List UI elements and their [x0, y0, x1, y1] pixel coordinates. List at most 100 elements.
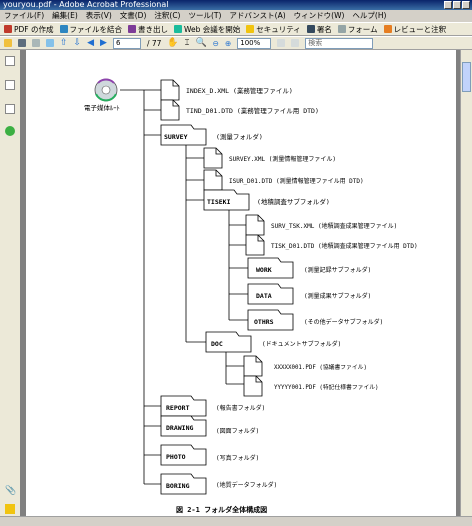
others-folder-name: OTHRS: [254, 318, 274, 326]
zoom-tool-icon[interactable]: 🔍: [195, 38, 206, 48]
lock-icon: [246, 25, 255, 33]
menu-bar: ファイル(F) 編集(E) 表示(V) 文書(D) 注釈(C) ツール(T) ア…: [0, 10, 472, 22]
boring-folder-name: BORING: [166, 482, 190, 490]
attachment-icon[interactable]: 📎: [5, 486, 16, 496]
navigation-pane: 📎: [0, 50, 21, 516]
save-icon[interactable]: [18, 39, 26, 47]
drawing-folder-name: DRAWING: [166, 424, 193, 432]
menu-document[interactable]: 文書(D): [120, 10, 147, 22]
signatures-icon[interactable]: [5, 104, 15, 114]
security-label: セキュリティ: [256, 24, 301, 34]
survey-folder-name: SURVEY: [164, 133, 188, 141]
window-title: youryou.pdf - Adobe Acrobat Professional: [3, 0, 169, 9]
title-bar: youryou.pdf - Adobe Acrobat Professional: [0, 0, 472, 10]
others-folder-desc: (その他データサブフォルダ): [304, 318, 383, 326]
page-up-icon[interactable]: ⇧: [60, 38, 68, 48]
doc-file1-label: XXXXX001.PDF (協議書ファイル): [274, 363, 367, 371]
export-icon: [128, 25, 136, 33]
minimize-button[interactable]: [444, 1, 452, 9]
tiseki-dtd-label: TISK_D01.DTD (地積調査成果管理ファイル用 DTD): [271, 242, 418, 250]
menu-comments[interactable]: 注釈(C): [154, 10, 180, 22]
page-number-input[interactable]: 6: [112, 37, 141, 49]
comment-icon: [383, 25, 392, 33]
security-button[interactable]: セキュリティ: [246, 24, 301, 35]
doc-folder-name: DOC: [211, 340, 223, 348]
menu-advanced[interactable]: アドバンスト(A): [229, 10, 285, 22]
print-icon[interactable]: [32, 39, 40, 47]
forms-label: フォーム: [347, 24, 378, 34]
page-down-icon[interactable]: ⇩: [74, 38, 82, 48]
doc-folder-desc: (ドキュメントサブフォルダ): [262, 340, 341, 348]
vertical-scrollbar[interactable]: [460, 50, 472, 516]
drawing-folder-desc: (図面フォルダ): [216, 427, 259, 435]
web-meeting-label: Web 会議を開始: [184, 24, 241, 34]
report-folder-desc: (報告書フォルダ): [216, 404, 265, 412]
index-dtd-label: TIND_D01.DTD (業務管理ファイル用 DTD): [186, 106, 319, 115]
tasks-toolbar: PDF の作成 ファイルを結合 書き出し Web 会議を開始 セキュリティ 署名…: [0, 22, 472, 36]
menu-edit[interactable]: 編集(E): [52, 10, 78, 22]
tiseki-folder-name: TISEKI: [207, 198, 231, 206]
combine-label: ファイルを結合: [69, 24, 123, 34]
tiseki-xml-label: SURV_TSK.XML (地積調査成果管理ファイル): [271, 222, 397, 230]
menu-file[interactable]: ファイル(F): [4, 10, 44, 22]
pages-icon[interactable]: [5, 56, 15, 66]
page-total: / 77: [146, 38, 162, 48]
search-input[interactable]: 検索: [305, 37, 374, 49]
doc-file2-label: YYYYY001.PDF (特記仕様書ファイル): [274, 383, 379, 391]
document-area[interactable]: 電子媒体ﾙｰﾄ INDEX_D.XML (業務管理ファイル) TIND_D01.…: [20, 50, 460, 516]
navigation-toolbar: ⇧ ⇩ ◀ ▶ 6 / 77 ✋ ⌶ 🔍 ⊖ ⊕ 100% 検索: [0, 36, 472, 50]
photo-folder-desc: (写真フォルダ): [216, 454, 259, 462]
data-folder-name: DATA: [256, 292, 272, 300]
folder-tree-diagram: 電子媒体ﾙｰﾄ INDEX_D.XML (業務管理ファイル) TIND_D01.…: [84, 78, 418, 514]
web-meeting-icon: [174, 25, 182, 33]
fit-page-icon[interactable]: [277, 39, 286, 47]
bookmarks-icon[interactable]: [5, 80, 15, 90]
work-folder-desc: (測量記録サブフォルダ): [304, 266, 371, 274]
sign-button[interactable]: 署名: [306, 24, 332, 35]
create-pdf-icon: [4, 25, 12, 33]
zoom-input[interactable]: 100%: [237, 37, 272, 49]
help-icon[interactable]: [5, 126, 15, 136]
data-folder-desc: (測量成果サブフォルダ): [304, 292, 371, 300]
comments-panel-icon[interactable]: [5, 504, 15, 514]
boring-folder-desc: (地質データフォルダ): [216, 481, 277, 489]
review-button[interactable]: レビューと注釈: [383, 24, 447, 35]
root-label: 電子媒体ﾙｰﾄ: [84, 103, 120, 112]
menu-tools[interactable]: ツール(T): [188, 10, 221, 22]
tiseki-folder-desc: (地積調査サブフォルダ): [257, 197, 330, 206]
zoom-out-icon[interactable]: ⊖: [213, 39, 219, 48]
open-folder-icon[interactable]: [4, 39, 12, 47]
figure-caption: 図 2-1 フォルダ全体構成図: [176, 505, 267, 514]
menu-window[interactable]: ウィンドウ(W): [294, 10, 345, 22]
survey-folder-desc: (測量フォルダ): [216, 132, 263, 141]
select-tool-icon[interactable]: ⌶: [185, 38, 190, 48]
review-label: レビューと注釈: [393, 24, 447, 34]
close-button[interactable]: [462, 1, 470, 9]
export-button[interactable]: 書き出し: [128, 24, 168, 35]
report-folder-name: REPORT: [166, 404, 190, 412]
survey-dtd-label: ISUR_D01.DTD (測量情報管理ファイル用 DTD): [229, 177, 364, 185]
photo-folder-name: PHOTO: [166, 453, 186, 461]
create-pdf-button[interactable]: PDF の作成: [4, 24, 54, 35]
scrollbar-thumb[interactable]: [462, 62, 471, 92]
sign-label: 署名: [316, 24, 332, 34]
email-icon[interactable]: [46, 39, 54, 47]
next-page-icon[interactable]: ▶: [100, 38, 107, 48]
zoom-in-icon[interactable]: ⊕: [225, 39, 231, 48]
maximize-button[interactable]: [453, 1, 461, 9]
menu-help[interactable]: ヘルプ(H): [352, 10, 386, 22]
web-meeting-button[interactable]: Web 会議を開始: [174, 24, 240, 35]
create-pdf-label: PDF の作成: [14, 24, 54, 34]
forms-button[interactable]: フォーム: [337, 24, 378, 35]
fit-width-icon[interactable]: [291, 39, 300, 47]
prev-page-icon[interactable]: ◀: [87, 38, 94, 48]
work-folder-name: WORK: [256, 266, 272, 274]
hand-tool-icon[interactable]: ✋: [167, 38, 178, 48]
export-label: 書き出し: [138, 24, 168, 34]
index-file-label: INDEX_D.XML (業務管理ファイル): [186, 86, 293, 95]
media-root-disc-icon: [94, 78, 118, 102]
menu-view[interactable]: 表示(V): [86, 10, 112, 22]
combine-button[interactable]: ファイルを結合: [59, 24, 123, 35]
pdf-page: 電子媒体ﾙｰﾄ INDEX_D.XML (業務管理ファイル) TIND_D01.…: [26, 50, 456, 516]
combine-icon: [59, 25, 68, 33]
